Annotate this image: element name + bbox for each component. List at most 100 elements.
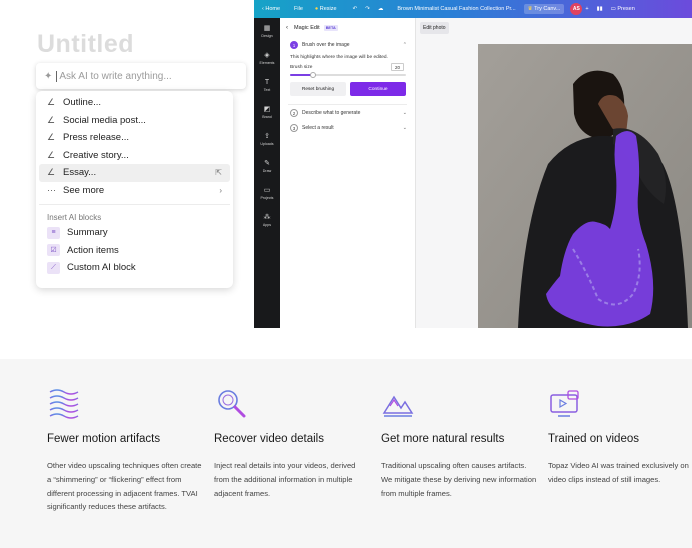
editor-sidebar: ▦ Design ◈ Elements T Text ◩ Brand ⇪ Upl… [254, 18, 280, 328]
ai-suggestions-menu: ∠ Outline... ∠ Social media post... ∠ Pr… [36, 91, 233, 288]
menu-item-press-release[interactable]: ∠ Press release... [39, 129, 230, 147]
resize-button[interactable]: ● Resize [315, 6, 337, 12]
step-number: 1 [290, 41, 298, 49]
reset-brushing-button[interactable]: Reset brushing [290, 82, 346, 96]
feature-description: Topaz Video AI was trained exclusively o… [548, 461, 689, 484]
step-select-result[interactable]: 3 Select a result ⌄ [280, 121, 415, 135]
panel-divider [288, 104, 407, 105]
try-canva-pro-button[interactable]: ♛ Try Canv... [523, 4, 565, 14]
continue-button[interactable]: Continue [350, 82, 406, 96]
try-label: Try Canv... [534, 6, 561, 12]
menu-item-see-more[interactable]: ··· See more › [39, 182, 230, 200]
folder-icon: ▭ [263, 187, 271, 194]
sidebar-item-elements[interactable]: ◈ Elements [254, 51, 280, 78]
menu-divider [39, 204, 230, 205]
cloud-save-icon[interactable]: ☁ [378, 6, 384, 12]
step-label: Select a result [302, 125, 334, 131]
resize-icon: ● [314, 6, 319, 12]
layout-icon: ▦ [263, 25, 271, 32]
beta-badge: BETA [323, 25, 338, 31]
back-arrow-icon[interactable]: ‹ [286, 25, 288, 31]
feature-title: Trained on videos [548, 433, 639, 445]
undo-icon: ↶ [352, 6, 358, 12]
step-brush[interactable]: 1 Brush over the image ⌃ [280, 38, 415, 52]
sidebar-item-label: Draw [262, 169, 272, 173]
wand-icon: ⟋ [47, 261, 60, 274]
home-label: Home [265, 6, 281, 12]
ask-ai-input[interactable] [56, 70, 227, 82]
sidebar-item-label: Design [261, 34, 273, 38]
menu-item-label: Custom AI block [67, 262, 136, 274]
menu-item-label: Press release... [63, 132, 129, 144]
home-button[interactable]: ‹ Home [262, 6, 280, 12]
block-summary[interactable]: ≡ Summary [39, 224, 230, 242]
crown-icon: ♛ [527, 6, 533, 12]
redo-button[interactable]: ↷ [365, 6, 370, 12]
menu-item-essay[interactable]: ∠ Essay... ⇱ [39, 164, 230, 182]
file-menu[interactable]: File [294, 6, 303, 12]
panel-header: ‹ Magic Edit BETA [280, 18, 415, 38]
shapes-icon: ◈ [264, 52, 270, 59]
sidebar-item-projects[interactable]: ▭ Projects [254, 186, 280, 213]
fashion-photo[interactable] [478, 44, 692, 328]
present-button[interactable]: ▭ Presen [611, 6, 635, 12]
sparkle-icon: ✦ [44, 70, 53, 82]
edit-photo-button[interactable]: Edit photo [420, 22, 449, 34]
chevron-right-icon: › [219, 185, 222, 195]
summary-icon: ≡ [47, 226, 60, 239]
brush-size-slider[interactable] [290, 72, 406, 78]
ai-blocks-heading: Insert AI blocks [47, 212, 102, 222]
chevron-down-icon: ⌄ [402, 110, 407, 116]
sidebar-item-label: Brand [262, 115, 272, 119]
pen-icon: ∠ [47, 97, 56, 108]
design-title[interactable]: Brown Minimalist Casual Fashion Collecti… [397, 6, 515, 12]
sidebar-item-text[interactable]: T Text [254, 78, 280, 105]
checklist-icon: ☑ [47, 244, 60, 257]
step-number: 2 [290, 109, 298, 117]
slider-handle[interactable] [310, 72, 317, 78]
enter-arrow-icon: ⇱ [215, 168, 222, 178]
magic-edit-panel: ‹ Magic Edit BETA 1 Brush over the image… [280, 18, 416, 328]
menu-item-label: Creative story... [63, 149, 129, 161]
menu-item-social-media-post[interactable]: ∠ Social media post... [39, 112, 230, 130]
panel-title: Magic Edit [294, 25, 320, 31]
chevron-up-icon: ⌃ [402, 42, 407, 48]
brush-size-label: Brush size [290, 64, 313, 70]
menu-item-creative-story[interactable]: ∠ Creative story... [39, 147, 230, 165]
feature-description: Inject real details into your videos, de… [214, 461, 356, 498]
menu-item-label: Social media post... [63, 114, 146, 126]
upload-icon: ⇪ [264, 133, 270, 140]
menu-item-label: Outline... [63, 97, 102, 109]
block-custom-ai[interactable]: ⟋ Custom AI block [39, 259, 230, 277]
document-title[interactable]: Untitled [37, 30, 134, 59]
top-bar: ‹ Home File ● Resize ↶ ↷ ☁ Brown Minimal… [254, 0, 692, 18]
menu-item-label: Summary [67, 227, 108, 239]
present-label: Presen [617, 6, 635, 12]
chevron-left-icon: ‹ [262, 6, 264, 12]
sidebar-item-draw[interactable]: ✎ Draw [254, 159, 280, 186]
undo-button[interactable]: ↶ [353, 6, 358, 12]
magnifier-icon [218, 390, 246, 418]
pen-icon: ∠ [47, 114, 56, 125]
sidebar-item-apps[interactable]: ⁂ Apps [254, 213, 280, 240]
sidebar-item-label: Projects [260, 196, 274, 200]
menu-item-label: Essay... [63, 167, 97, 179]
analytics-icon[interactable]: ▮▮ [597, 6, 603, 12]
sidebar-item-brand[interactable]: ◩ Brand [254, 105, 280, 132]
video-screen-icon [550, 390, 579, 417]
sidebar-item-design[interactable]: ▦ Design [254, 24, 280, 51]
brush-size-row: Brush size 20 [280, 63, 415, 71]
ask-ai-bar[interactable]: ✦ [36, 63, 246, 89]
sidebar-item-uploads[interactable]: ⇪ Uploads [254, 132, 280, 159]
resize-label: Resize [319, 6, 337, 12]
step-describe[interactable]: 2 Describe what to generate ⌄ [280, 106, 415, 120]
features-section: Fewer motion artifacts Other video upsca… [0, 359, 692, 548]
menu-item-outline[interactable]: ∠ Outline... [39, 94, 230, 112]
step-number: 3 [290, 124, 298, 132]
add-collaborator-icon[interactable]: + [585, 6, 588, 12]
brush-size-input[interactable]: 20 [391, 63, 404, 71]
sidebar-item-label: Uploads [260, 142, 274, 146]
pen-icon: ∠ [47, 167, 56, 178]
block-action-items[interactable]: ☑ Action items [39, 242, 230, 260]
avatar[interactable]: AS [570, 3, 583, 15]
